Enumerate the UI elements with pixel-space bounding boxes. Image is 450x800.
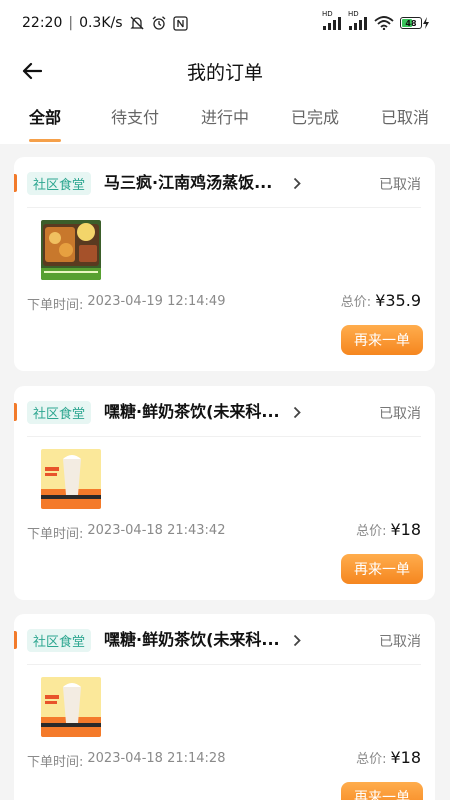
active-tab-indicator: [29, 139, 61, 142]
drink-thumbnail[interactable]: [41, 677, 101, 737]
battery-level: 48: [405, 18, 417, 28]
order-total: 总价: ¥18: [356, 748, 421, 767]
order-time-label: 下单时间:: [27, 755, 84, 770]
store-name-link[interactable]: 嘿糖·鲜奶茶饮(未来科...: [104, 628, 289, 652]
divider: [27, 207, 421, 208]
charging-icon: [423, 17, 429, 29]
reorder-button[interactable]: 再来一单: [341, 325, 423, 355]
order-time-value: 2023-04-19 12:14:49: [87, 294, 226, 309]
order-time-value: 2023-04-18 21:43:42: [87, 523, 226, 538]
network-type-label: HD: [348, 10, 359, 18]
card-accent-bar: [14, 174, 17, 192]
order-card[interactable]: 社区食堂 嘿糖·鲜奶茶饮(未来科... 已取消 下单时间: 2023-04-18…: [14, 386, 435, 600]
tab-label: 已完成: [290, 108, 339, 127]
reorder-button[interactable]: 再来一单: [341, 554, 423, 584]
store-category-tag: 社区食堂: [27, 401, 92, 424]
drink-thumbnail[interactable]: [41, 449, 101, 509]
tab-label: 进行中: [200, 108, 249, 127]
back-arrow-icon: [22, 62, 42, 80]
tab-label: 待支付: [110, 108, 159, 127]
order-total: 总价: ¥18: [356, 520, 421, 539]
tab-completed[interactable]: 已完成: [270, 96, 360, 144]
tab-all[interactable]: 全部: [0, 96, 90, 144]
order-time: 下单时间: 2023-04-18 21:14:28: [27, 751, 225, 770]
order-time-label: 下单时间:: [27, 298, 84, 313]
battery-icon: 48: [400, 17, 430, 29]
chevron-right-icon[interactable]: [290, 175, 304, 191]
total-amount: ¥35.9: [375, 291, 421, 310]
wifi-icon: [374, 16, 394, 30]
card-accent-bar: [14, 403, 17, 421]
divider: [27, 664, 421, 665]
order-time: 下单时间: 2023-04-19 12:14:49: [27, 294, 225, 313]
clock: 22:20: [22, 15, 63, 31]
network-speed: 0.3K/s: [79, 15, 123, 31]
order-tabs: 全部 待支付 进行中 已完成 已取消: [0, 96, 450, 144]
signal-icon: HD: [322, 10, 342, 30]
store-name-link[interactable]: 马三疯·江南鸡汤蒸饭...: [104, 171, 289, 195]
total-label: 总价:: [340, 295, 372, 310]
tab-label: 已取消: [380, 108, 429, 127]
header: 我的订单: [0, 46, 450, 96]
total-amount: ¥18: [390, 748, 421, 767]
back-button[interactable]: [18, 57, 46, 85]
signal-icon: HD: [348, 10, 368, 30]
store-category-tag: 社区食堂: [27, 629, 92, 652]
mute-icon: [129, 15, 145, 31]
order-card[interactable]: 社区食堂 嘿糖·鲜奶茶饮(未来科... 已取消 下单时间: 2023-04-18…: [14, 614, 435, 800]
order-time-label: 下单时间:: [27, 527, 84, 542]
chevron-right-icon[interactable]: [290, 632, 304, 648]
order-list[interactable]: 社区食堂 马三疯·江南鸡汤蒸饭... 已取消 下单时间: 2023-04-19 …: [0, 144, 450, 800]
nfc-icon: [172, 15, 188, 31]
alarm-icon: [151, 15, 167, 31]
tab-cancelled[interactable]: 已取消: [360, 96, 450, 144]
order-status: 已取消: [379, 634, 421, 650]
tab-in-progress[interactable]: 进行中: [180, 96, 270, 144]
store-category-tag: 社区食堂: [27, 172, 92, 195]
order-card[interactable]: 社区食堂 马三疯·江南鸡汤蒸饭... 已取消 下单时间: 2023-04-19 …: [14, 157, 435, 371]
tab-pending-payment[interactable]: 待支付: [90, 96, 180, 144]
order-total: 总价: ¥35.9: [341, 291, 421, 310]
order-status: 已取消: [379, 406, 421, 422]
total-amount: ¥18: [390, 520, 421, 539]
divider: [27, 436, 421, 437]
store-name-link[interactable]: 嘿糖·鲜奶茶饮(未来科...: [104, 400, 289, 424]
order-time-value: 2023-04-18 21:14:28: [87, 751, 226, 766]
page-title: 我的订单: [186, 61, 263, 84]
status-bar: 22:20 | 0.3K/s HD HD 48: [0, 0, 450, 46]
network-type-label: HD: [322, 10, 333, 18]
food-thumbnail[interactable]: [41, 220, 101, 280]
tab-label: 全部: [28, 108, 61, 127]
chevron-right-icon[interactable]: [290, 404, 304, 420]
order-time: 下单时间: 2023-04-18 21:43:42: [27, 523, 225, 542]
total-label: 总价:: [356, 752, 387, 767]
total-label: 总价:: [356, 524, 387, 539]
card-accent-bar: [14, 631, 17, 649]
reorder-button[interactable]: 再来一单: [341, 782, 423, 800]
separator: |: [68, 15, 74, 31]
order-status: 已取消: [379, 177, 421, 193]
